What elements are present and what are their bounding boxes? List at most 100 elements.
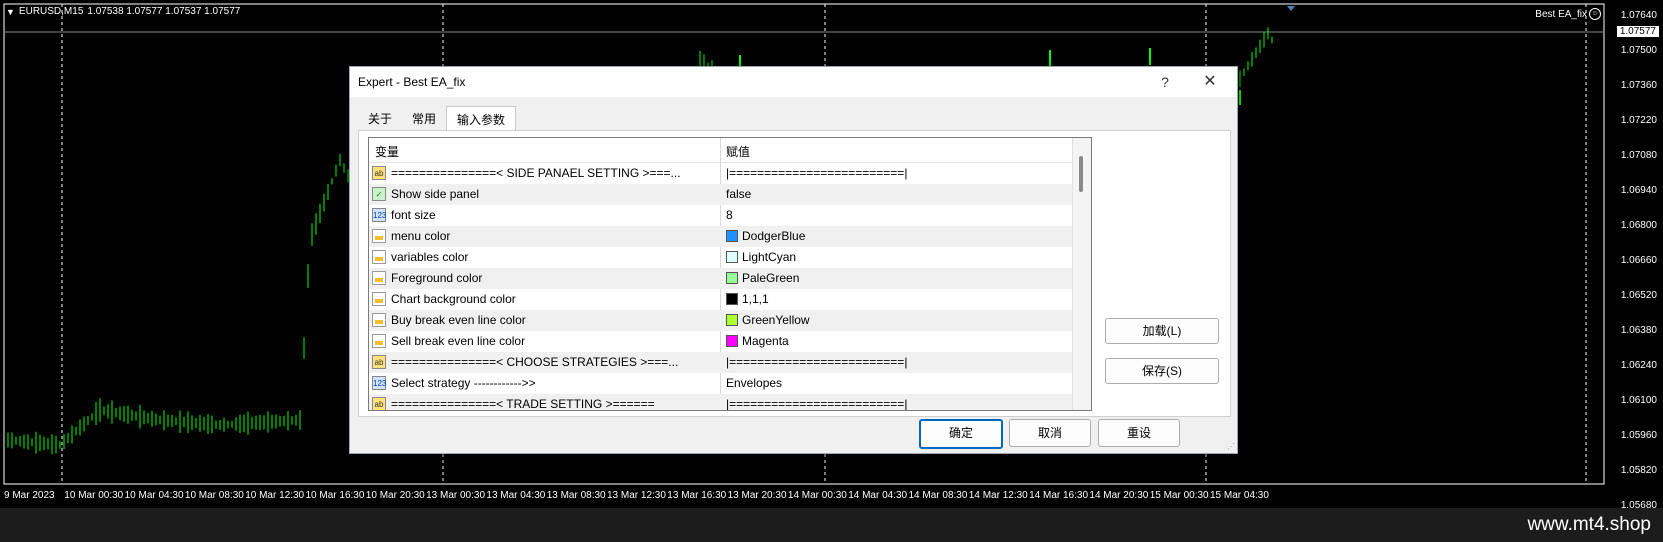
parameter-value[interactable]: PaleGreen xyxy=(726,271,799,285)
parameter-row[interactable]: ab ===============< TRADE SETTING >======… xyxy=(369,394,1072,411)
time-axis-label: 15 Mar 00:30 xyxy=(1149,490,1209,501)
price-axis-label: 1.06800 xyxy=(1620,220,1657,231)
price-axis-label: 1.05960 xyxy=(1620,430,1657,441)
time-axis-label: 14 Mar 12:30 xyxy=(968,490,1028,501)
cancel-button[interactable]: 取消 xyxy=(1009,419,1091,447)
reset-button[interactable]: 重设 xyxy=(1098,419,1180,447)
parameter-value[interactable]: false xyxy=(726,187,751,201)
ea-name: Best EA_fix xyxy=(1535,8,1587,20)
time-axis-label: 14 Mar 20:30 xyxy=(1089,490,1149,501)
triangle-down-icon[interactable]: ▼ xyxy=(6,7,15,17)
tab-about[interactable]: 关于 xyxy=(358,106,402,130)
parameter-value[interactable]: LightCyan xyxy=(726,250,796,264)
price-axis-label: 1.06940 xyxy=(1620,185,1657,196)
parameter-value-text: |=========================| xyxy=(726,355,908,369)
load-button[interactable]: 加载(L) xyxy=(1105,318,1219,344)
string-type-icon: ab xyxy=(372,397,386,410)
tab-inputs[interactable]: 输入参数 xyxy=(446,106,517,131)
color-type-icon xyxy=(372,313,386,327)
brand-strip: www.mt4.shop xyxy=(0,508,1663,542)
parameter-row[interactable]: 123 font size 8 xyxy=(369,205,1072,226)
time-axis-label: 14 Mar 16:30 xyxy=(1029,490,1089,501)
parameter-row[interactable]: menu color DodgerBlue xyxy=(369,226,1072,247)
time-axis-label: 10 Mar 04:30 xyxy=(124,490,184,501)
bool-type-icon: ✓ xyxy=(372,187,386,201)
dialog-titlebar[interactable]: Expert - Best EA_fix ? ✕ xyxy=(350,67,1237,97)
price-axis-label: 1.05820 xyxy=(1620,465,1657,476)
integer-type-icon: 123 xyxy=(372,376,386,390)
time-axis-label: 14 Mar 00:30 xyxy=(787,490,847,501)
parameter-name: menu color xyxy=(391,229,451,243)
parameter-row[interactable]: ab ===============< SIDE PANAEL SETTING >… xyxy=(369,163,1072,184)
parameter-name: Foreground color xyxy=(391,271,483,285)
expert-properties-dialog: Expert - Best EA_fix ? ✕ 关于 常用 输入参数 变量 赋… xyxy=(349,66,1238,454)
color-type-icon xyxy=(372,271,386,285)
price-axis-label: 1.07220 xyxy=(1620,115,1657,126)
string-type-icon: ab xyxy=(372,355,386,369)
price-axis-label: 1.07080 xyxy=(1620,150,1657,161)
parameter-name: variables color xyxy=(391,250,469,264)
time-axis-label: 10 Mar 16:30 xyxy=(305,490,365,501)
time-axis-label: 10 Mar 08:30 xyxy=(184,490,244,501)
chart-symbol-header: ▼ EURUSD,M15 1.07538 1.07577 1.07537 1.0… xyxy=(6,6,240,17)
parameter-value[interactable]: Envelopes xyxy=(726,376,782,390)
parameter-value[interactable]: 1,1,1 xyxy=(726,292,769,306)
parameter-name: ===============< TRADE SETTING >====== xyxy=(391,397,655,411)
dialog-title: Expert - Best EA_fix xyxy=(358,75,466,89)
expert-advisor-label[interactable]: Best EA_fix ☺ xyxy=(1535,8,1601,20)
chart-ohlc: 1.07538 1.07577 1.07537 1.07577 xyxy=(87,6,241,17)
parameter-name: Chart background color xyxy=(391,292,516,306)
time-axis-label: 10 Mar 12:30 xyxy=(245,490,305,501)
price-axis-label: 1.06100 xyxy=(1620,395,1657,406)
parameter-value-text: 8 xyxy=(726,208,733,222)
parameter-value-text: Envelopes xyxy=(726,376,783,390)
parameter-row[interactable]: Chart background color 1,1,1 xyxy=(369,289,1072,310)
close-button[interactable]: ✕ xyxy=(1195,71,1225,93)
price-axis-label: 1.07500 xyxy=(1620,45,1657,56)
parameter-row[interactable]: ab ===============< CHOOSE STRATEGIES >==… xyxy=(369,352,1072,373)
parameter-value[interactable]: DodgerBlue xyxy=(726,229,805,243)
color-swatch xyxy=(726,335,738,347)
parameter-name: Select strategy ------------>> xyxy=(391,376,536,390)
column-header-variable[interactable]: 变量 xyxy=(375,143,399,160)
save-button[interactable]: 保存(S) xyxy=(1105,358,1219,384)
watermark-text: www.mt4.shop xyxy=(1527,514,1651,535)
time-axis-label: 13 Mar 20:30 xyxy=(727,490,787,501)
time-axis-label: 14 Mar 08:30 xyxy=(908,490,968,501)
parameter-name: Show side panel xyxy=(391,187,480,201)
parameter-value[interactable]: |=========================| xyxy=(726,397,907,410)
chart-symbol: EURUSD,M15 xyxy=(18,6,84,17)
parameter-row[interactable]: ✓ Show side panel false xyxy=(369,184,1072,205)
resize-grip-icon[interactable]: ⋰ xyxy=(1227,443,1235,451)
time-axis-label: 13 Mar 00:30 xyxy=(426,490,486,501)
parameter-value[interactable]: GreenYellow xyxy=(726,313,810,327)
parameter-value[interactable]: |=========================| xyxy=(726,355,907,369)
parameter-row[interactable]: 123 Select strategy ------------>> Envelop… xyxy=(369,373,1072,394)
parameter-row[interactable]: Foreground color PaleGreen xyxy=(369,268,1072,289)
color-swatch xyxy=(726,230,738,242)
time-axis-label: 13 Mar 12:30 xyxy=(607,490,666,501)
help-button[interactable]: ? xyxy=(1150,71,1180,93)
color-type-icon xyxy=(372,292,386,306)
price-axis-label: 1.06240 xyxy=(1620,360,1657,371)
price-axis-label: 1.07360 xyxy=(1620,80,1657,91)
tab-common[interactable]: 常用 xyxy=(402,106,446,130)
parameter-name: ===============< CHOOSE STRATEGIES >===.… xyxy=(391,355,679,369)
parameter-row[interactable]: Sell break even line color Magenta xyxy=(369,331,1072,352)
parameter-value[interactable]: Magenta xyxy=(726,334,789,348)
current-price-tag: 1.07577 xyxy=(1616,26,1659,37)
parameter-value[interactable]: |=========================| xyxy=(726,166,907,180)
parameter-name: Sell break even line color xyxy=(391,334,526,348)
color-swatch xyxy=(726,293,738,305)
vertical-scrollbar[interactable] xyxy=(1072,138,1091,410)
price-axis-label: 1.06660 xyxy=(1620,255,1657,266)
parameter-row[interactable]: variables color LightCyan xyxy=(369,247,1072,268)
parameter-row[interactable]: Buy break even line color GreenYellow xyxy=(369,310,1072,331)
scrollbar-thumb[interactable] xyxy=(1079,156,1083,192)
shift-marker-icon xyxy=(1287,6,1295,11)
ok-button[interactable]: 确定 xyxy=(919,419,1003,449)
parameter-value-text: LightCyan xyxy=(742,250,797,264)
column-header-value[interactable]: 赋值 xyxy=(726,143,750,160)
parameter-value[interactable]: 8 xyxy=(726,208,733,222)
color-type-icon xyxy=(372,229,386,243)
